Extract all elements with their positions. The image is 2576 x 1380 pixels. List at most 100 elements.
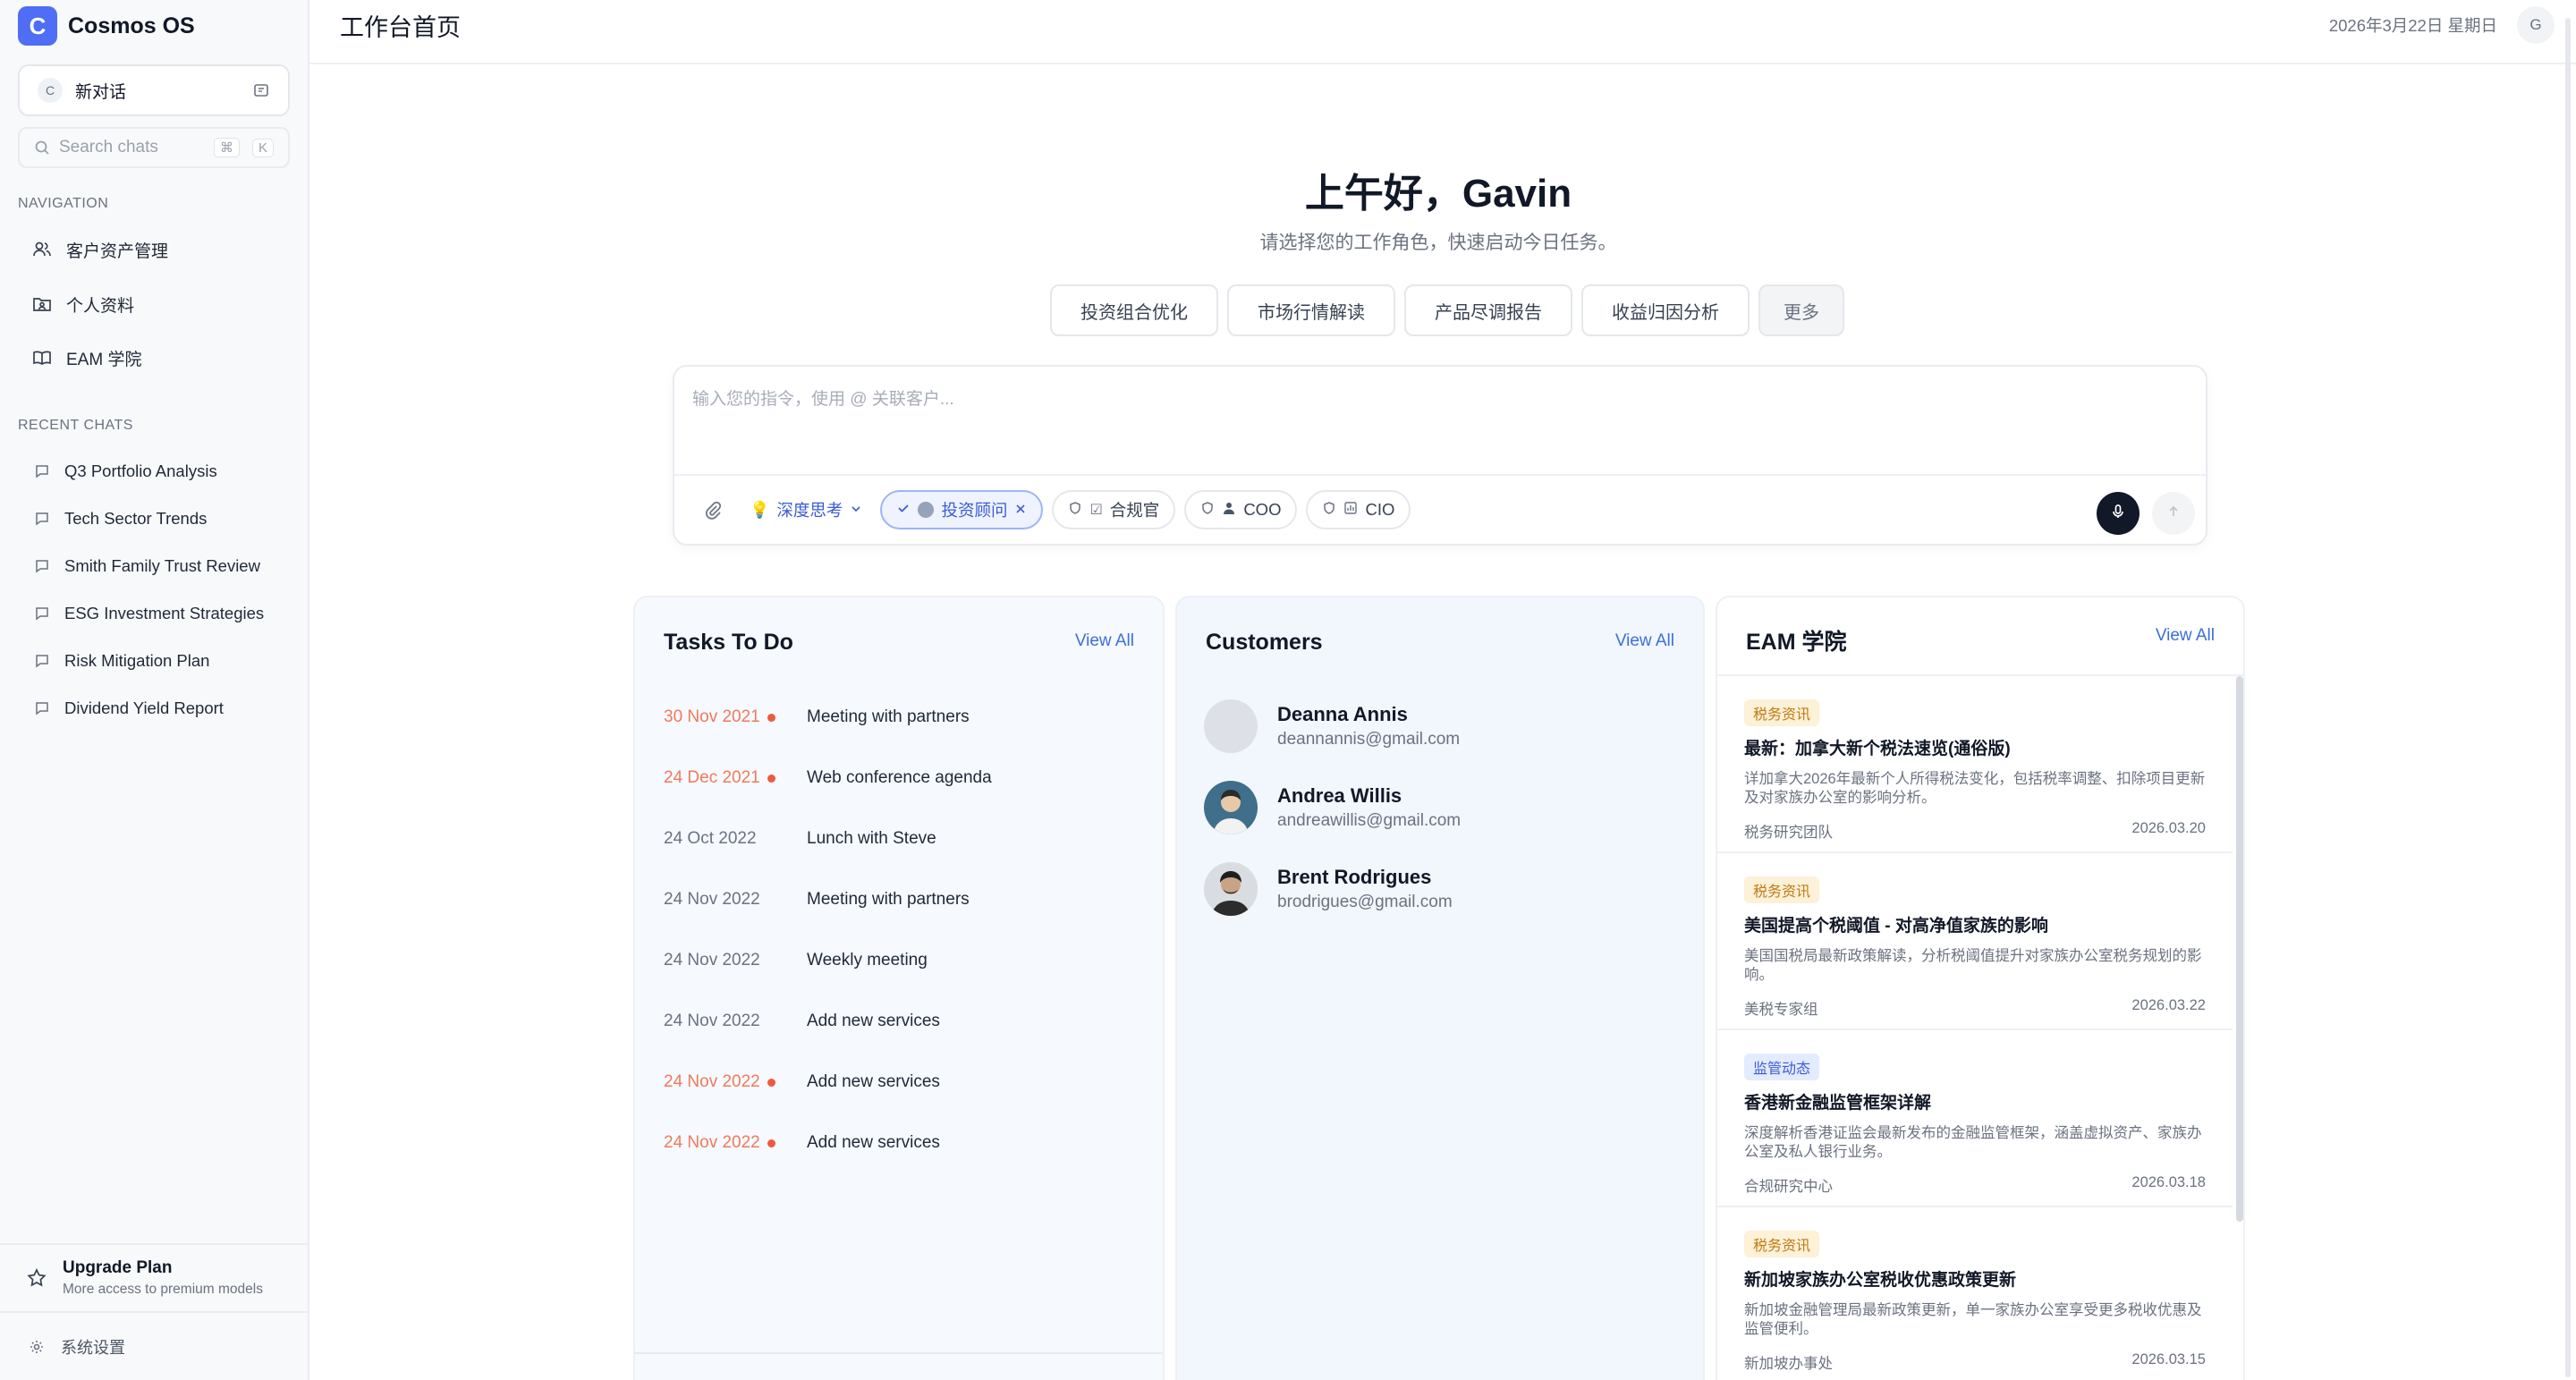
nav-item-client-assets[interactable]: 客户资产管理	[32, 236, 168, 263]
paperclip-icon[interactable]	[694, 500, 732, 520]
lightbulb-icon: 💡	[750, 500, 770, 519]
news-tag: 税务资讯	[1744, 876, 1820, 903]
tasks-view-all-link[interactable]: View All	[1075, 631, 1134, 651]
message-icon	[34, 700, 50, 716]
eam-scrollbar[interactable]	[2236, 676, 2243, 1222]
task-row[interactable]: 24 Nov 2022 Add new services	[664, 1008, 940, 1035]
news-date: 2026.03.22	[2131, 997, 2206, 1013]
task-date: 24 Nov 2022	[664, 1012, 760, 1030]
role-chip-advisor[interactable]: 投资顾问	[880, 490, 1044, 529]
recent-chat-label: Tech Sector Trends	[64, 509, 208, 528]
eam-title: EAM 学院	[1746, 630, 1847, 655]
brand[interactable]: C Cosmos OS	[18, 5, 195, 47]
nav-item-label: 个人资料	[66, 296, 135, 316]
search-chats[interactable]: Search chats ⌘ K	[18, 127, 290, 168]
news-item[interactable]: 税务资讯 新加坡家族办公室税收优惠政策更新 新加坡金融管理局最新政策更新，单一家…	[1717, 1207, 2233, 1380]
task-row[interactable]: 24 Dec 2021 Web conference agenda	[664, 765, 992, 792]
task-row[interactable]: 24 Oct 2022 Lunch with Steve	[664, 825, 936, 852]
mic-button[interactable]	[2097, 492, 2140, 535]
current-date: 2026年3月22日 星期日	[2328, 16, 2497, 35]
nav-item-profile[interactable]: 个人资料	[32, 291, 134, 317]
customers-title: Customers	[1206, 630, 1323, 655]
eam-view-all-link[interactable]: View All	[2156, 626, 2215, 646]
quick-action-portfolio-optimization[interactable]: 投资组合优化	[1050, 284, 1218, 336]
nav-item-eam-academy[interactable]: EAM 学院	[32, 344, 141, 371]
shield-icon	[1322, 500, 1336, 520]
role-chip-label: 合规官	[1109, 501, 1160, 520]
news-description: 深度解析香港证监会最新发布的金融监管框架，涵盖虚拟资产、家族办公室及私人银行业务…	[1744, 1125, 2202, 1160]
news-date: 2026.03.20	[2131, 820, 2206, 836]
news-title: 新加坡家族办公室税收优惠政策更新	[1744, 1271, 2017, 1290]
sidebar: C Cosmos OS C 新对话 Search chats ⌘ K NAVIG…	[0, 0, 309, 1380]
customers-view-all-link[interactable]: View All	[1615, 631, 1674, 651]
task-name: Web conference agenda	[807, 768, 992, 787]
shortcut-key-k: K	[251, 138, 274, 157]
upgrade-plan-button[interactable]: Upgrade Plan More access to premium mode…	[0, 1243, 308, 1311]
users-icon	[32, 240, 52, 259]
quick-action-market-insight[interactable]: 市场行情解读	[1227, 284, 1395, 336]
compose-icon[interactable]	[252, 81, 270, 99]
recent-chat-item[interactable]: Tech Sector Trends	[34, 505, 207, 532]
tasks-card: Tasks To Do View All 30 Nov 2021 Meeting…	[633, 596, 1165, 1380]
book-open-icon	[32, 348, 52, 368]
role-chip-cio[interactable]: CIO	[1306, 490, 1411, 529]
news-author: 美税专家组	[1744, 1002, 1818, 1018]
task-row[interactable]: 24 Nov 2022 Add new services	[664, 1130, 940, 1156]
task-row[interactable]: 24 Nov 2022 Add new services	[664, 1069, 940, 1096]
message-icon	[34, 605, 50, 622]
nav-item-label: EAM 学院	[66, 350, 142, 369]
avatar	[1204, 699, 1258, 753]
recent-chat-item[interactable]: ESG Investment Strategies	[34, 600, 264, 627]
recent-chat-item[interactable]: Q3 Portfolio Analysis	[34, 458, 217, 485]
quick-action-attribution[interactable]: 收益归因分析	[1581, 284, 1750, 336]
news-item[interactable]: 税务资讯 最新：加拿大新个税法速览(通俗版) 详加拿大2026年最新个人所得税法…	[1717, 676, 2233, 853]
recent-chat-item[interactable]: Risk Mitigation Plan	[34, 648, 209, 674]
shield-icon	[1200, 500, 1215, 520]
customer-row[interactable]: Andrea Willis andreawillis@gmail.com	[1204, 781, 1461, 834]
brand-name: Cosmos OS	[68, 13, 195, 38]
news-item[interactable]: 税务资讯 美国提高个税阈值 - 对高净值家族的影响 美国国税局最新政策解读，分析…	[1717, 853, 2233, 1030]
news-description: 美国国税局最新政策解读，分析税阈值提升对家族办公室税务规划的影响。	[1744, 948, 2202, 983]
news-meta: 合规研究中心 2026.03.18	[1744, 1174, 2206, 1196]
upgrade-title: Upgrade Plan	[63, 1258, 173, 1277]
customer-row[interactable]: Deanna Annis deannannis@gmail.com	[1204, 699, 1460, 753]
avatar	[1204, 862, 1258, 916]
avatar	[1204, 781, 1258, 834]
command-input[interactable]	[692, 390, 2186, 410]
search-input[interactable]: Search chats	[59, 138, 201, 157]
news-title: 最新：加拿大新个税法速览(通俗版)	[1744, 740, 2011, 758]
task-date: 24 Nov 2022	[664, 1072, 807, 1092]
news-tag: 税务资讯	[1744, 699, 1820, 726]
new-chat-button[interactable]: C 新对话	[18, 64, 290, 116]
customer-row[interactable]: Brent Rodrigues brodrigues@gmail.com	[1204, 862, 1453, 916]
news-meta: 美税专家组 2026.03.22	[1744, 997, 2206, 1019]
page-scrollbar[interactable]	[2565, 18, 2571, 1377]
user-avatar[interactable]: G	[2517, 6, 2555, 44]
chevron-down-icon	[850, 500, 862, 520]
settings-button[interactable]: 系统设置	[0, 1311, 308, 1380]
send-button[interactable]	[2152, 492, 2195, 535]
task-row[interactable]: 24 Nov 2022 Weekly meeting	[664, 947, 928, 974]
recent-chat-label: Risk Mitigation Plan	[64, 651, 210, 670]
quick-action-more[interactable]: 更多	[1758, 284, 1844, 336]
news-author: 合规研究中心	[1744, 1179, 1833, 1195]
new-chat-avatar: C	[38, 78, 63, 103]
upgrade-subtitle: More access to premium models	[63, 1282, 263, 1297]
news-date: 2026.03.18	[2131, 1174, 2206, 1190]
task-row[interactable]: 30 Nov 2021 Meeting with partners	[664, 704, 970, 731]
recent-chat-item[interactable]: Smith Family Trust Review	[34, 553, 260, 580]
deep-think-toggle[interactable]: 💡 深度思考	[741, 490, 871, 529]
news-author: 新加坡办事处	[1744, 1356, 1833, 1372]
check-icon	[896, 500, 911, 520]
quick-action-due-diligence[interactable]: 产品尽调报告	[1404, 284, 1572, 336]
eam-academy-card: EAM 学院 View All 税务资讯 最新：加拿大新个税法速览(通俗版) 详…	[1716, 596, 2245, 1380]
close-icon[interactable]	[1014, 500, 1027, 520]
role-chip-compliance[interactable]: ☑ 合规官	[1052, 490, 1176, 529]
task-name: Weekly meeting	[807, 951, 928, 969]
news-date: 2026.03.15	[2131, 1351, 2206, 1367]
news-tag: 税务资讯	[1744, 1231, 1820, 1257]
role-chip-coo[interactable]: COO	[1184, 490, 1298, 529]
recent-chat-item[interactable]: Dividend Yield Report	[34, 695, 224, 722]
news-item[interactable]: 监管动态 香港新金融监管框架详解 深度解析香港证监会最新发布的金融监管框架，涵盖…	[1717, 1030, 2233, 1207]
task-row[interactable]: 24 Nov 2022 Meeting with partners	[664, 886, 970, 913]
